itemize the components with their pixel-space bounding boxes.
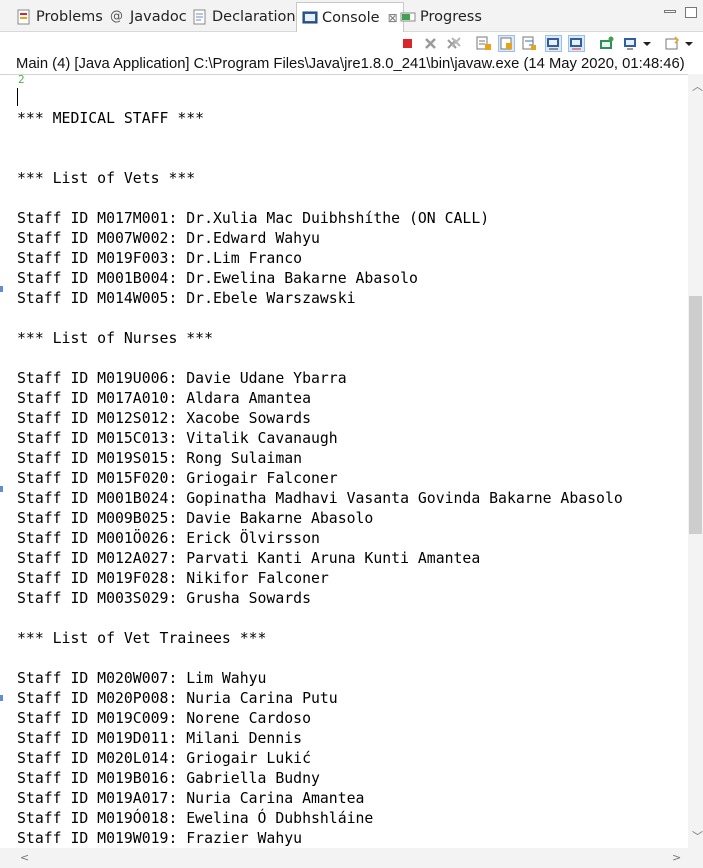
console-line: Staff ID M019D011: Milani Dennis: [17, 730, 303, 747]
console-line: Staff ID M019F003: Dr.Lim Franco: [17, 250, 303, 267]
progress-icon: [400, 9, 416, 25]
scroll-left-icon[interactable]: <: [20, 851, 29, 864]
console-line: Staff ID M019W019: Frazier Wahyu: [17, 830, 303, 847]
open-console-icon[interactable]: [664, 35, 681, 52]
console-line: Staff ID M020P008: Nuria Carina Putu: [17, 690, 338, 707]
show-console-on-stdout-icon[interactable]: [545, 35, 562, 52]
console-line: Staff ID M019F028: Nikifor Falconer: [17, 570, 329, 587]
console-line: Staff ID M012A027: Parvati Kanti Aruna K…: [17, 550, 481, 567]
pin-console-icon[interactable]: [598, 35, 615, 52]
console-icon: [302, 10, 318, 26]
process-label: Main (4) [Java Application] C:\Program F…: [16, 56, 685, 72]
word-wrap-icon[interactable]: [521, 35, 538, 52]
margin-marker: [0, 286, 3, 292]
chevron-down-icon[interactable]: [642, 35, 659, 52]
console-output[interactable]: *** MEDICAL STAFF *** *** List of Vets **…: [0, 74, 688, 849]
tab-label: Progress: [420, 8, 482, 25]
tab-label: Declaration: [212, 8, 296, 25]
console-line: *** List of Nurses ***: [17, 330, 213, 347]
console-line: Staff ID M007W002: Dr.Edward Wahyu: [17, 230, 320, 247]
partial-line: 2: [18, 73, 25, 86]
tab-label: Javadoc: [130, 8, 187, 25]
console-line: Staff ID M015F020: Griogair Falconer: [17, 470, 338, 487]
console-line: Staff ID M017A010: Aldara Amantea: [17, 390, 311, 407]
clear-console-icon[interactable]: [475, 35, 492, 52]
horizontal-scrollbar[interactable]: [0, 848, 703, 868]
scroll-lock-icon[interactable]: [498, 35, 515, 52]
view-menu-chevron-icon[interactable]: [684, 35, 701, 52]
text-caret: [17, 88, 18, 106]
console-line: Staff ID M015C013: Vitalik Cavanaugh: [17, 430, 338, 447]
tab-javadoc[interactable]: @ Javadoc: [110, 3, 187, 30]
console-line: Staff ID M019C009: Norene Cardoso: [17, 710, 311, 727]
terminate-button[interactable]: [399, 35, 416, 52]
console-line: Staff ID M019S015: Rong Sulaiman: [17, 450, 303, 467]
close-icon[interactable]: ⊠: [388, 11, 398, 25]
console-line: *** List of Vets ***: [17, 170, 196, 187]
console-line: Staff ID M014W005: Dr.Ebele Warszawski: [17, 290, 356, 307]
console-line: Staff ID M001B004: Dr.Ewelina Bakarne Ab…: [17, 270, 418, 287]
show-console-on-stderr-icon[interactable]: [568, 35, 585, 52]
at-icon: @: [110, 8, 123, 24]
minimize-button[interactable]: [664, 10, 676, 13]
view-tab-bar: Problems @ Javadoc Declaration Console ⊠…: [0, 0, 703, 32]
console-line: *** MEDICAL STAFF ***: [17, 110, 205, 127]
remove-launch-button[interactable]: [422, 35, 439, 52]
console-line: *** List of Vet Trainees ***: [17, 630, 267, 647]
maximize-button[interactable]: [685, 7, 697, 18]
scroll-right-icon[interactable]: >: [672, 851, 681, 864]
console-line: Staff ID M001Ö026: Erick Ölvirsson: [17, 530, 320, 547]
tab-declaration[interactable]: Declaration: [192, 3, 296, 30]
tab-problems[interactable]: Problems: [16, 3, 103, 30]
console-line: Staff ID M001B024: Gopinatha Madhavi Vas…: [17, 490, 623, 507]
console-line: Staff ID M020W007: Lim Wahyu: [17, 670, 267, 687]
console-line: Staff ID M003S029: Grusha Sowards: [17, 590, 311, 607]
tab-progress[interactable]: Progress: [400, 3, 482, 30]
console-line: Staff ID M019B016: Gabriella Budny: [17, 770, 320, 787]
console-line: Staff ID M009B025: Davie Bakarne Abasolo: [17, 510, 374, 527]
console-line: Staff ID M019U006: Davie Udane Ybarra: [17, 370, 347, 387]
margin-marker: [0, 695, 3, 701]
display-selected-console-icon[interactable]: [622, 35, 639, 52]
console-line: Staff ID M019A017: Nuria Carina Amantea: [17, 790, 365, 807]
console-line: Staff ID M020L014: Griogair Lukić: [17, 750, 311, 767]
scroll-down-icon[interactable]: ﹀: [692, 828, 703, 844]
tab-label: Problems: [36, 8, 103, 25]
console-line: Staff ID M017M001: Dr.Xulia Mac Duibhshí…: [17, 210, 490, 227]
tab-label: Console: [322, 9, 380, 26]
declaration-icon: [192, 9, 208, 25]
remove-all-terminated-button[interactable]: [445, 35, 462, 52]
problems-icon: [16, 9, 32, 25]
console-line: Staff ID M019Ó018: Ewelina Ó Dubhshláine: [17, 810, 374, 827]
scroll-up-icon[interactable]: ︿: [692, 78, 703, 94]
console-line: Staff ID M012S012: Xacobe Sowards: [17, 410, 311, 427]
margin-marker: [0, 486, 3, 492]
tab-console[interactable]: Console ⊠: [296, 2, 404, 32]
console-toolbar: [0, 32, 703, 55]
vertical-scroll-thumb[interactable]: [689, 296, 702, 534]
